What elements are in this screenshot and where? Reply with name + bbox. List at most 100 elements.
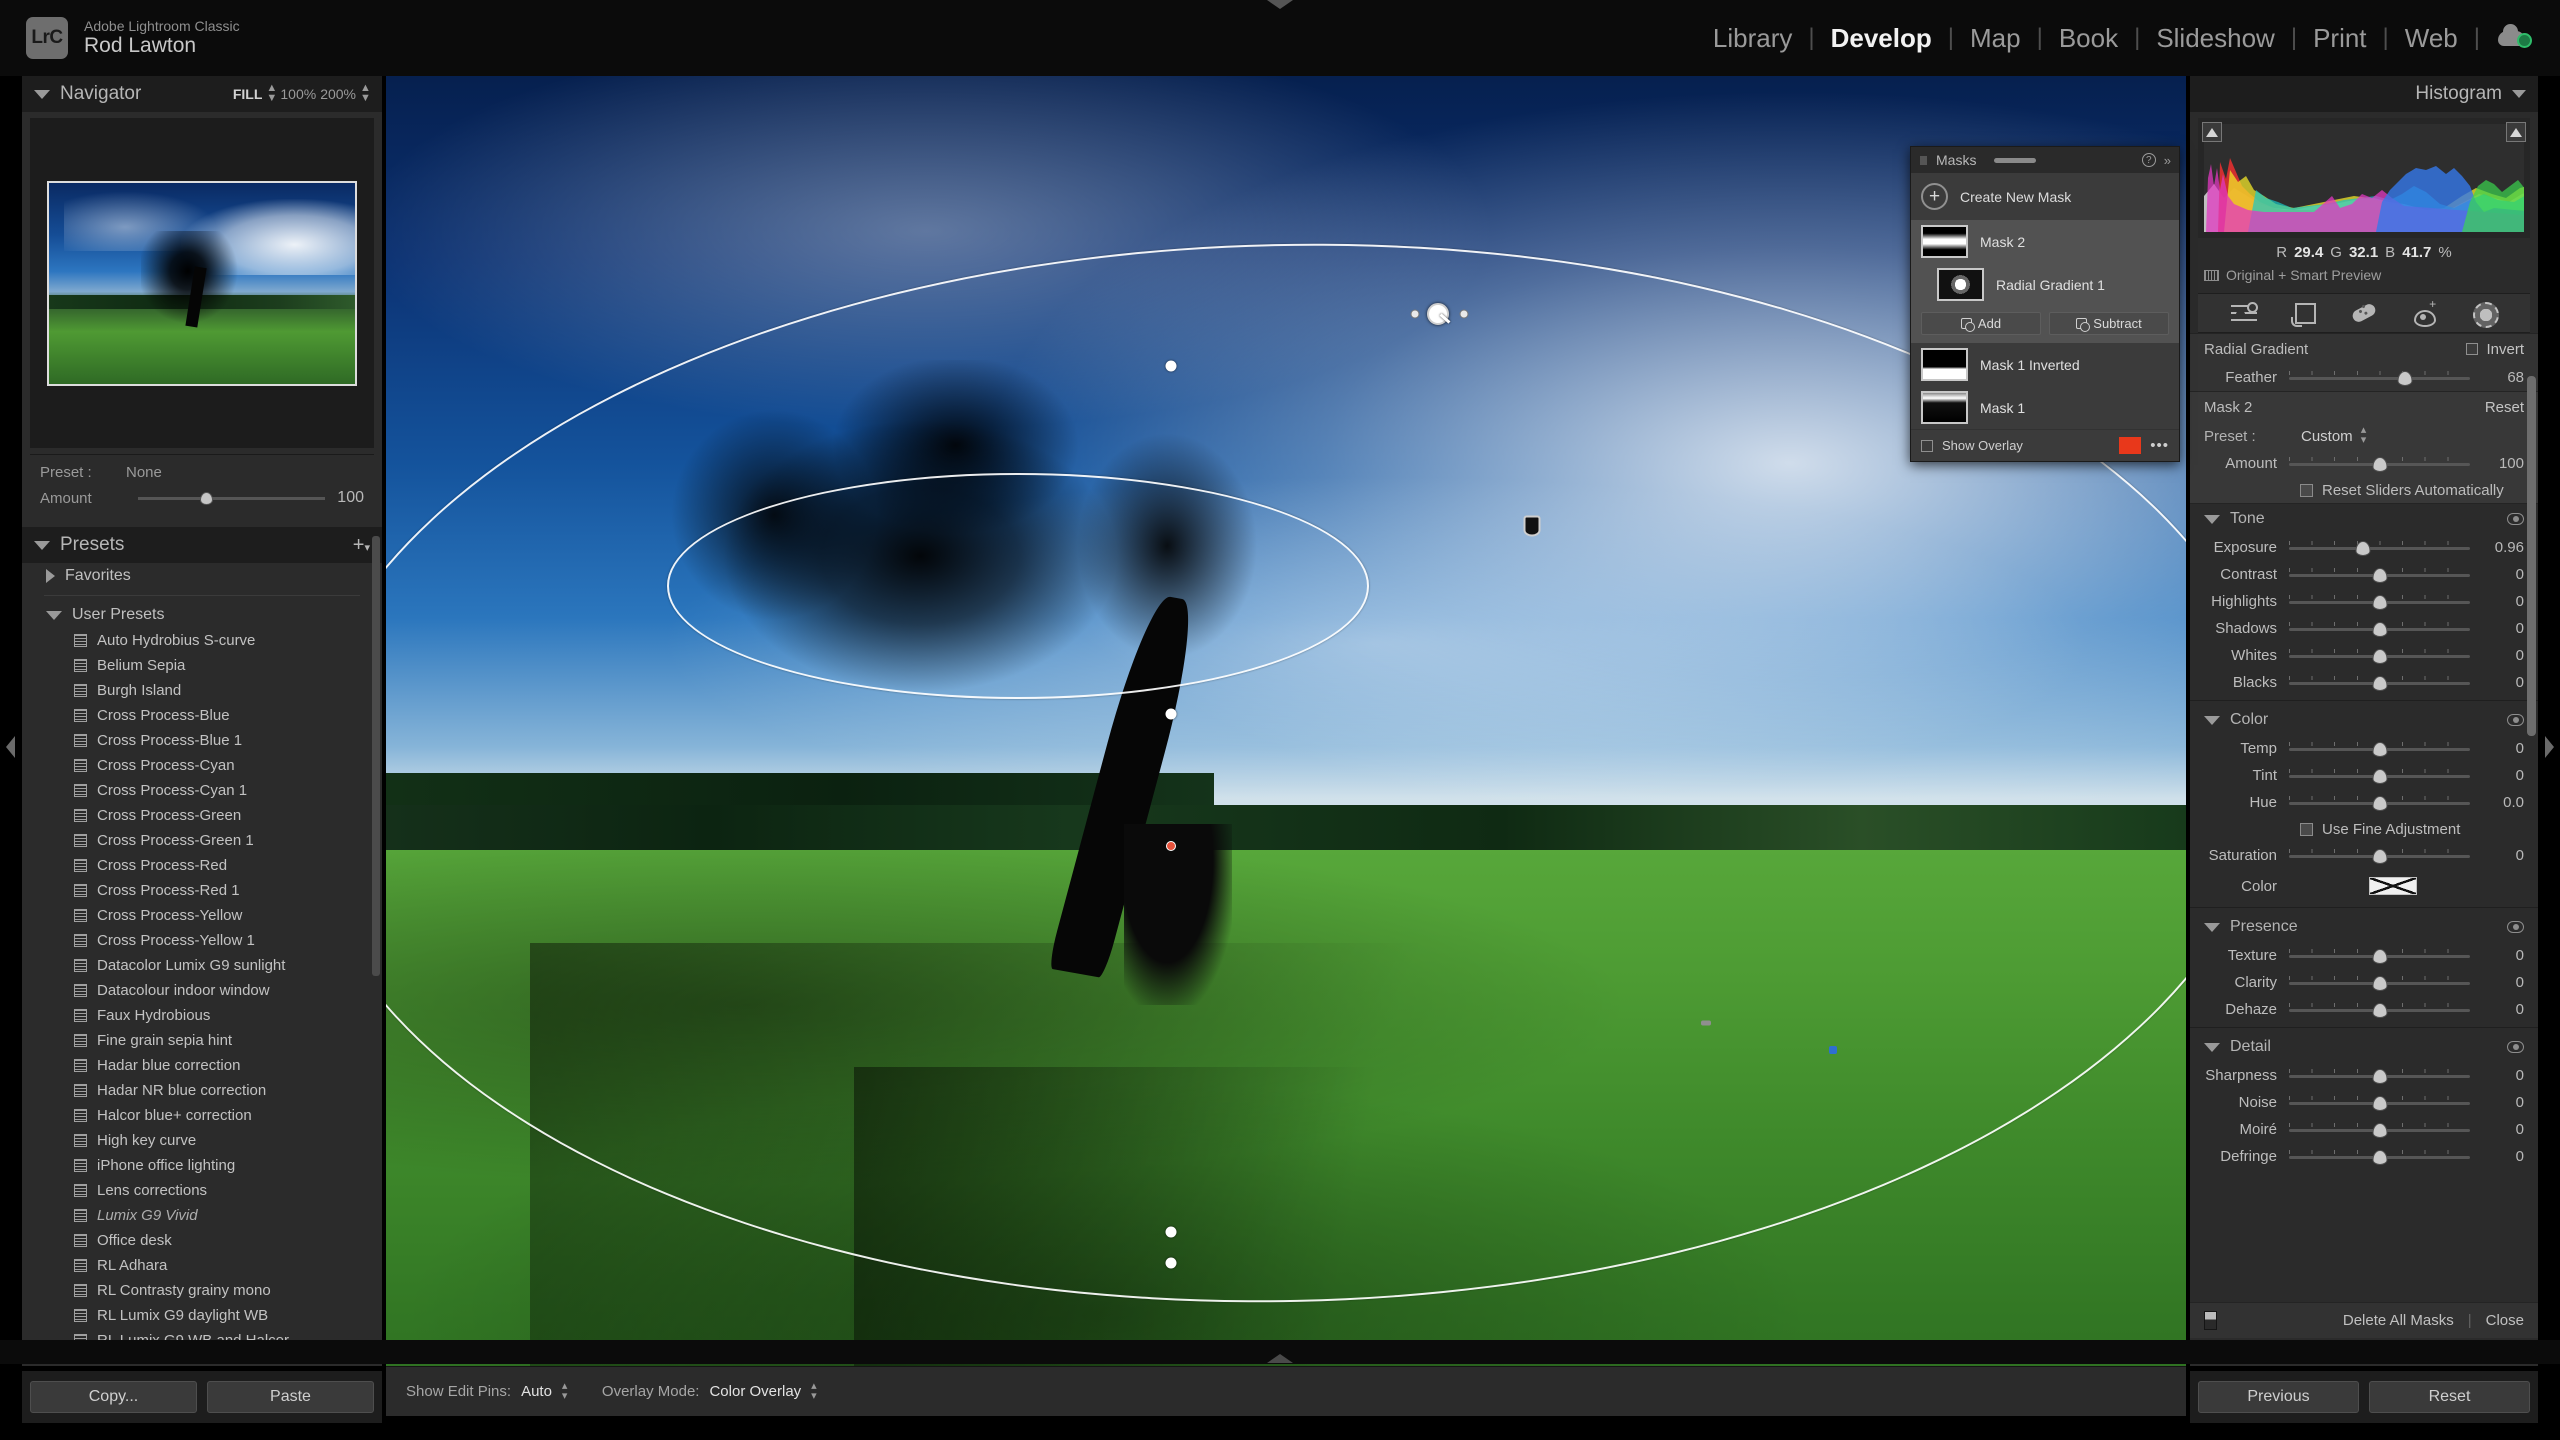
reset-sliders-checkbox[interactable] <box>2300 483 2313 497</box>
navigator-header[interactable]: Navigator FILL ▲ ▼ 100% 200% ▲ ▼ <box>22 76 382 112</box>
presence-header[interactable]: Presence <box>2204 912 2524 942</box>
preset-item[interactable]: Office desk <box>30 1228 374 1253</box>
slider-track[interactable] <box>2289 675 2470 691</box>
mask-subtract-button[interactable]: Subtract <box>2049 312 2169 335</box>
overlay-mode-value[interactable]: Color Overlay <box>709 1383 801 1400</box>
mask-amount-slider[interactable] <box>2289 456 2470 472</box>
slider-track[interactable] <box>2289 1122 2470 1138</box>
feather-slider[interactable] <box>2289 370 2470 386</box>
preset-item[interactable]: RL Lumix G9 daylight WB <box>30 1303 374 1328</box>
slider-track[interactable] <box>2289 848 2470 864</box>
detail-header[interactable]: Detail <box>2204 1032 2524 1062</box>
red-eye-icon[interactable]: + <box>2411 298 2437 327</box>
color-picker-swatch[interactable] <box>2369 877 2417 895</box>
mask-handle-bottom-outer[interactable] <box>1165 1257 1177 1269</box>
mask-pin-left-handle[interactable] <box>1410 309 1420 319</box>
preset-item[interactable]: Auto Hydrobius S-curve <box>30 628 374 653</box>
preset-group-user-presets[interactable]: User Presets <box>30 602 374 628</box>
preset-item[interactable]: Datacolour indoor window <box>30 978 374 1003</box>
module-library[interactable]: Library <box>1697 23 1808 54</box>
histogram-graph[interactable] <box>2204 124 2524 232</box>
mask-pin-right-handle[interactable] <box>1459 309 1469 319</box>
eye-icon[interactable] <box>2507 513 2524 525</box>
close-masks-button[interactable]: Close <box>2486 1312 2524 1329</box>
slider-track[interactable] <box>2289 540 2470 556</box>
masking-icon[interactable] <box>2471 300 2499 328</box>
mask-row-mask-1[interactable]: Mask 1 <box>1911 386 2179 429</box>
delete-all-masks-button[interactable]: Delete All Masks <box>2343 1312 2454 1329</box>
preset-item[interactable]: Fine grain sepia hint <box>30 1028 374 1053</box>
chevron-right-icon[interactable] <box>46 569 55 583</box>
chevron-down-icon[interactable] <box>2512 90 2526 98</box>
module-print[interactable]: Print <box>2297 23 2382 54</box>
mask-switch-toggle[interactable] <box>2204 1311 2217 1330</box>
preset-item[interactable]: Cross Process-Green <box>30 803 374 828</box>
slider-track[interactable] <box>2289 648 2470 664</box>
mask-handle-bottom[interactable] <box>1165 1226 1177 1238</box>
shadow-clipping-button[interactable] <box>2202 122 2222 142</box>
chevron-down-icon[interactable] <box>34 89 50 99</box>
color-header[interactable]: Color <box>2204 705 2524 735</box>
fine-adjustment-checkbox[interactable] <box>2300 822 2313 836</box>
overlay-color-swatch[interactable] <box>2119 437 2142 454</box>
navigator-preview[interactable] <box>30 118 374 448</box>
overlay-mode-group[interactable]: Overlay Mode: Color Overlay ▴ ▾ <box>602 1380 821 1402</box>
masks-panel-titlebar[interactable]: Masks ? » <box>1911 147 2179 173</box>
add-preset-icon[interactable]: +▾ <box>353 535 370 555</box>
amount-slider[interactable] <box>138 491 326 505</box>
mask-center-handle[interactable] <box>1165 708 1177 720</box>
slider-track[interactable] <box>2289 567 2470 583</box>
show-left-panel-arrow[interactable] <box>6 736 15 758</box>
zoom-fill-stepper-icon[interactable]: ▲ ▼ <box>266 83 277 104</box>
left-panel-scrollbar[interactable] <box>372 536 380 976</box>
show-overlay-checkbox[interactable] <box>1921 439 1933 452</box>
preset-item[interactable]: Lens corrections <box>30 1178 374 1203</box>
preset-item[interactable]: Halcor blue+ correction <box>30 1103 374 1128</box>
mask-preset-row[interactable]: Preset : Custom ▴ ▾ <box>2204 422 2524 450</box>
copy-button[interactable]: Copy... <box>30 1381 197 1413</box>
paste-button[interactable]: Paste <box>207 1381 374 1413</box>
show-edit-pins-value[interactable]: Auto <box>521 1383 552 1400</box>
show-edit-pins-dropdown-icon[interactable]: ▴ ▾ <box>562 1380 572 1402</box>
preset-item[interactable]: High key curve <box>30 1128 374 1153</box>
expand-filmstrip-arrow[interactable] <box>1267 1354 1293 1363</box>
preset-item[interactable]: Cross Process-Red 1 <box>30 878 374 903</box>
chevron-down-icon[interactable] <box>34 540 50 550</box>
mask-edit-pin[interactable] <box>1427 303 1449 325</box>
chevron-down-icon[interactable] <box>2204 1042 2220 1052</box>
histogram-header[interactable]: Histogram <box>2190 76 2538 112</box>
zoom-level-stepper-icon[interactable]: ▲ ▼ <box>360 83 371 104</box>
preset-group-favorites[interactable]: Favorites <box>30 563 374 589</box>
module-book[interactable]: Book <box>2043 23 2134 54</box>
preset-item[interactable]: Cross Process-Yellow <box>30 903 374 928</box>
preset-item[interactable]: Cross Process-Cyan <box>30 753 374 778</box>
preset-item[interactable]: Datacolor Lumix G9 sunlight <box>30 953 374 978</box>
shield-badge-icon[interactable] <box>1523 515 1541 537</box>
presets-list[interactable]: Favorites User Presets Auto Hydrobius S-… <box>30 563 374 1366</box>
crop-icon[interactable] <box>2291 300 2317 327</box>
preset-item[interactable]: Cross Process-Yellow 1 <box>30 928 374 953</box>
create-new-mask-button[interactable]: + Create New Mask <box>1911 173 2179 220</box>
slider-track[interactable] <box>2289 594 2470 610</box>
slider-track[interactable] <box>2289 1095 2470 1111</box>
overlay-mode-dropdown-icon[interactable]: ▴ ▾ <box>811 1380 821 1402</box>
chevron-down-icon[interactable] <box>2204 715 2220 725</box>
eye-icon[interactable] <box>2507 714 2524 726</box>
slider-track[interactable] <box>2289 975 2470 991</box>
slider-track[interactable] <box>2289 948 2470 964</box>
preset-item[interactable]: Cross Process-Cyan 1 <box>30 778 374 803</box>
preset-item[interactable]: Cross Process-Blue 1 <box>30 728 374 753</box>
zoom-100[interactable]: 100% <box>280 86 316 102</box>
eye-icon[interactable] <box>2507 1041 2524 1053</box>
sliders-icon[interactable] <box>2231 300 2258 326</box>
highlight-clipping-button[interactable] <box>2506 122 2526 142</box>
preset-item[interactable]: Hadar blue correction <box>30 1053 374 1078</box>
mask-row-radial-gradient-1[interactable]: Radial Gradient 1 <box>1911 263 2179 306</box>
slider-track[interactable] <box>2289 1002 2470 1018</box>
right-panel-scrollbar[interactable] <box>2527 376 2536 736</box>
show-edit-pins-group[interactable]: Show Edit Pins: Auto ▴ ▾ <box>406 1380 572 1402</box>
chevron-down-icon[interactable] <box>2204 922 2220 932</box>
eye-icon[interactable] <box>2507 921 2524 933</box>
question-circle-icon[interactable]: ? <box>2141 153 2156 167</box>
chevron-down-icon[interactable] <box>46 610 62 620</box>
